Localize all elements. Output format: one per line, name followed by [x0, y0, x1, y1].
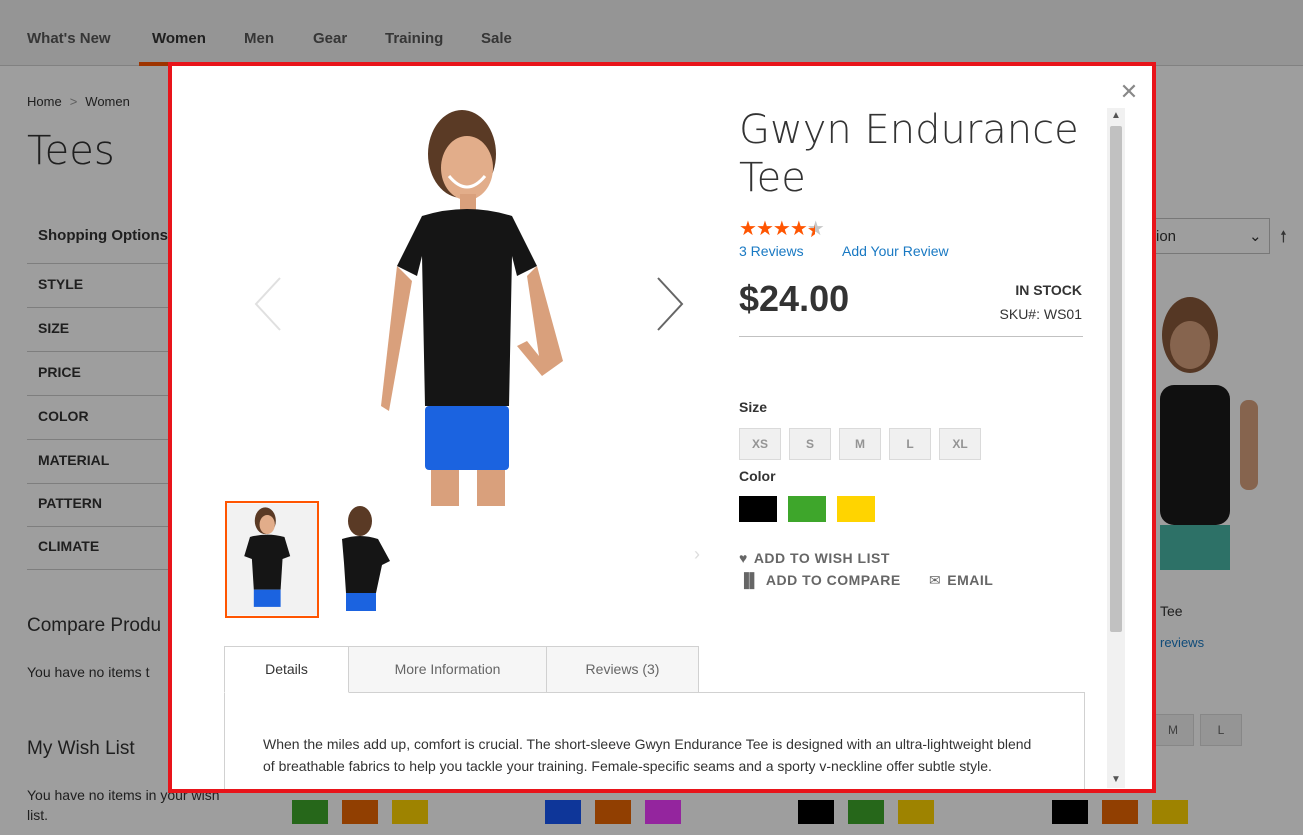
envelope-icon: ✉: [929, 572, 942, 588]
color-swatch-black[interactable]: [739, 496, 777, 522]
star-icon: ★: [755, 218, 774, 240]
compare-label: ADD TO COMPARE: [765, 572, 901, 588]
product-sku: SKU#: WS01: [999, 306, 1082, 322]
email-button[interactable]: ✉ EMAIL: [929, 572, 993, 589]
star-half-icon: ★★: [806, 218, 825, 242]
email-label: EMAIL: [947, 572, 994, 588]
tab-more-information[interactable]: More Information: [348, 646, 547, 693]
rating-stars: ★★★★★★: [739, 216, 825, 242]
star-icon: ★: [789, 218, 808, 240]
size-label: Size: [739, 399, 768, 415]
add-review-link[interactable]: Add Your Review: [842, 243, 949, 259]
quick-view-modal: ✕ ▲ ▼ › Gwyn Endurance Tee ★★★★★★ 3 R: [168, 62, 1156, 793]
thumbnail-back[interactable]: [320, 501, 414, 618]
color-label: Color: [739, 468, 776, 484]
tab-reviews[interactable]: Reviews (3): [546, 646, 699, 693]
size-option-l[interactable]: L: [889, 428, 931, 460]
product-description: When the miles add up, comfort is crucia…: [263, 736, 1032, 774]
tab-details[interactable]: Details: [224, 646, 349, 693]
add-to-wishlist-button[interactable]: ♥ ADD TO WISH LIST: [739, 550, 890, 566]
modal-scrollbar[interactable]: ▲ ▼: [1107, 108, 1125, 788]
close-icon[interactable]: ✕: [1117, 80, 1141, 104]
wishlist-label: ADD TO WISH LIST: [753, 550, 890, 566]
product-price: $24.00: [739, 278, 850, 319]
stock-status: IN STOCK: [1015, 282, 1082, 298]
heart-icon: ♥: [739, 550, 748, 566]
size-option-xs[interactable]: XS: [739, 428, 781, 460]
thumbnail-next-icon[interactable]: ›: [694, 544, 700, 565]
scroll-up-icon[interactable]: ▲: [1107, 108, 1125, 124]
gallery-prev-icon[interactable]: [254, 276, 282, 332]
tab-panel-details: When the miles add up, comfort is crucia…: [224, 692, 1085, 789]
size-option-s[interactable]: S: [789, 428, 831, 460]
color-swatch-yellow[interactable]: [837, 496, 875, 522]
gallery-next-icon[interactable]: [656, 276, 684, 332]
scroll-thumb[interactable]: [1110, 126, 1122, 632]
size-option-m[interactable]: M: [839, 428, 881, 460]
divider: [739, 336, 1083, 337]
product-title: Gwyn Endurance Tee: [739, 107, 1079, 201]
bar-chart-icon: ▐▌: [739, 572, 760, 588]
size-option-xl[interactable]: XL: [939, 428, 981, 460]
color-swatch-green[interactable]: [788, 496, 826, 522]
scroll-down-icon[interactable]: ▼: [1107, 772, 1125, 788]
thumbnail-front[interactable]: [225, 501, 319, 618]
reviews-link[interactable]: 3 Reviews: [739, 243, 804, 259]
star-icon: ★: [739, 218, 757, 240]
add-to-compare-button[interactable]: ▐▌ ADD TO COMPARE: [739, 572, 901, 588]
star-icon: ★: [772, 218, 791, 240]
product-main-image[interactable]: [367, 106, 617, 506]
